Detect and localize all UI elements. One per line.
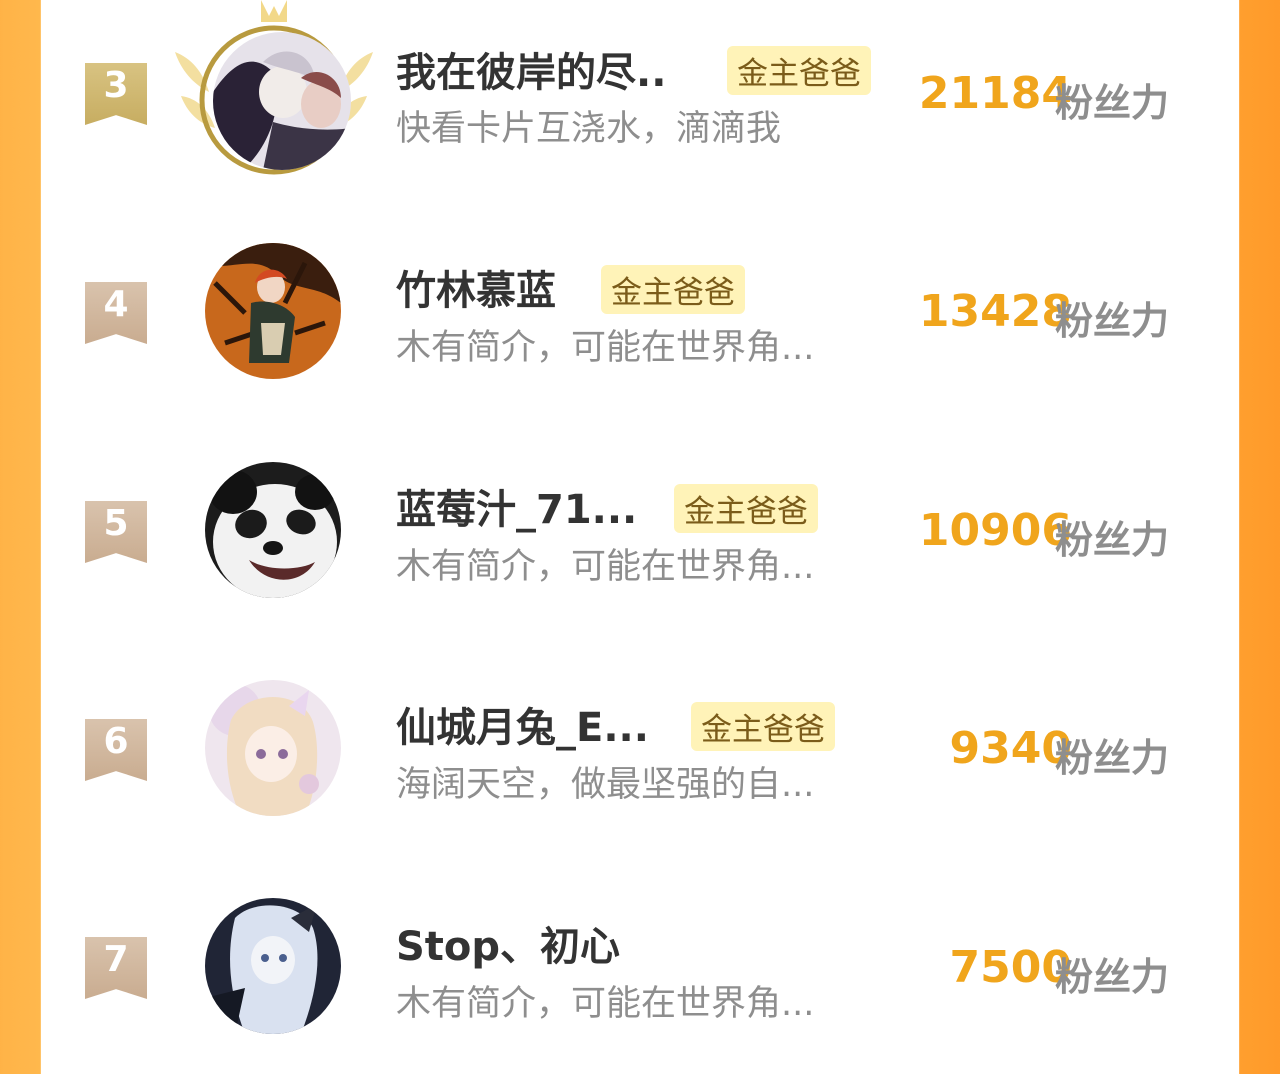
avatar[interactable] <box>205 243 341 379</box>
vip-tag: 金主爸爸 <box>674 484 818 533</box>
user-bio: 木有简介，可能在世界角... <box>396 547 815 587</box>
fan-power-value: 10906 <box>918 505 1072 556</box>
list-item[interactable]: 4 竹林慕蓝 金主爸爸 木有简介，可能在世界角... 13428 粉丝力 <box>41 218 1239 418</box>
rank-badge: 6 <box>85 719 147 781</box>
user-name[interactable]: 蓝莓汁_71... <box>396 477 637 535</box>
rank-badge: 3 <box>85 63 147 125</box>
avatar[interactable] <box>205 462 341 598</box>
user-bio: 海阔天空，做最坚强的自... <box>396 765 815 805</box>
rank-badge: 7 <box>85 937 147 999</box>
fan-power-value: 21184 <box>918 68 1072 119</box>
user-bio: 木有简介，可能在世界角... <box>396 328 815 368</box>
fan-ranking-panel: 3 我在彼岸的尽.. 金主爸爸 快看卡片互浇水，滴滴我 21184 粉丝力 4 … <box>41 0 1239 1034</box>
list-item[interactable]: 3 我在彼岸的尽.. 金主爸爸 快看卡片互浇水，滴滴我 21184 粉丝力 <box>41 0 1239 200</box>
avatar[interactable] <box>205 898 341 1034</box>
user-name[interactable]: 仙城月兔_E... <box>396 695 649 753</box>
rank-badge: 5 <box>85 501 147 563</box>
vip-tag: 金主爸爸 <box>691 702 835 751</box>
fan-power-unit: 粉丝力 <box>1054 81 1169 125</box>
vip-tag: 金主爸爸 <box>601 265 745 314</box>
user-bio: 木有简介，可能在世界角... <box>396 984 815 1024</box>
user-name[interactable]: Stop、初心 <box>396 914 620 972</box>
fan-power-unit: 粉丝力 <box>1054 299 1169 343</box>
vip-tag: 金主爸爸 <box>727 46 871 95</box>
avatar[interactable] <box>213 32 351 170</box>
fan-power-unit: 粉丝力 <box>1054 518 1169 562</box>
fan-power-unit: 粉丝力 <box>1054 736 1169 780</box>
user-name[interactable]: 竹林慕蓝 <box>396 258 556 316</box>
list-item[interactable]: 7 Stop、初心 木有简介，可能在世界角... 7500 粉丝力 <box>41 874 1239 1074</box>
user-name[interactable]: 我在彼岸的尽.. <box>396 40 666 98</box>
fan-power-value: 13428 <box>918 286 1072 337</box>
fan-power-value: 9340 <box>949 723 1072 774</box>
fan-power-value: 7500 <box>949 942 1072 993</box>
list-item[interactable]: 6 仙城月兔_E... 金主爸爸 海阔天空，做最坚强的自... 9340 粉丝力 <box>41 655 1239 855</box>
rank-badge: 4 <box>85 282 147 344</box>
list-item[interactable]: 5 蓝莓汁_71... 金主爸爸 木有简介，可能在世界角... 10906 粉丝… <box>41 437 1239 637</box>
fan-power-unit: 粉丝力 <box>1054 955 1169 999</box>
user-bio: 快看卡片互浇水，滴滴我 <box>396 109 782 149</box>
avatar[interactable] <box>205 680 341 816</box>
